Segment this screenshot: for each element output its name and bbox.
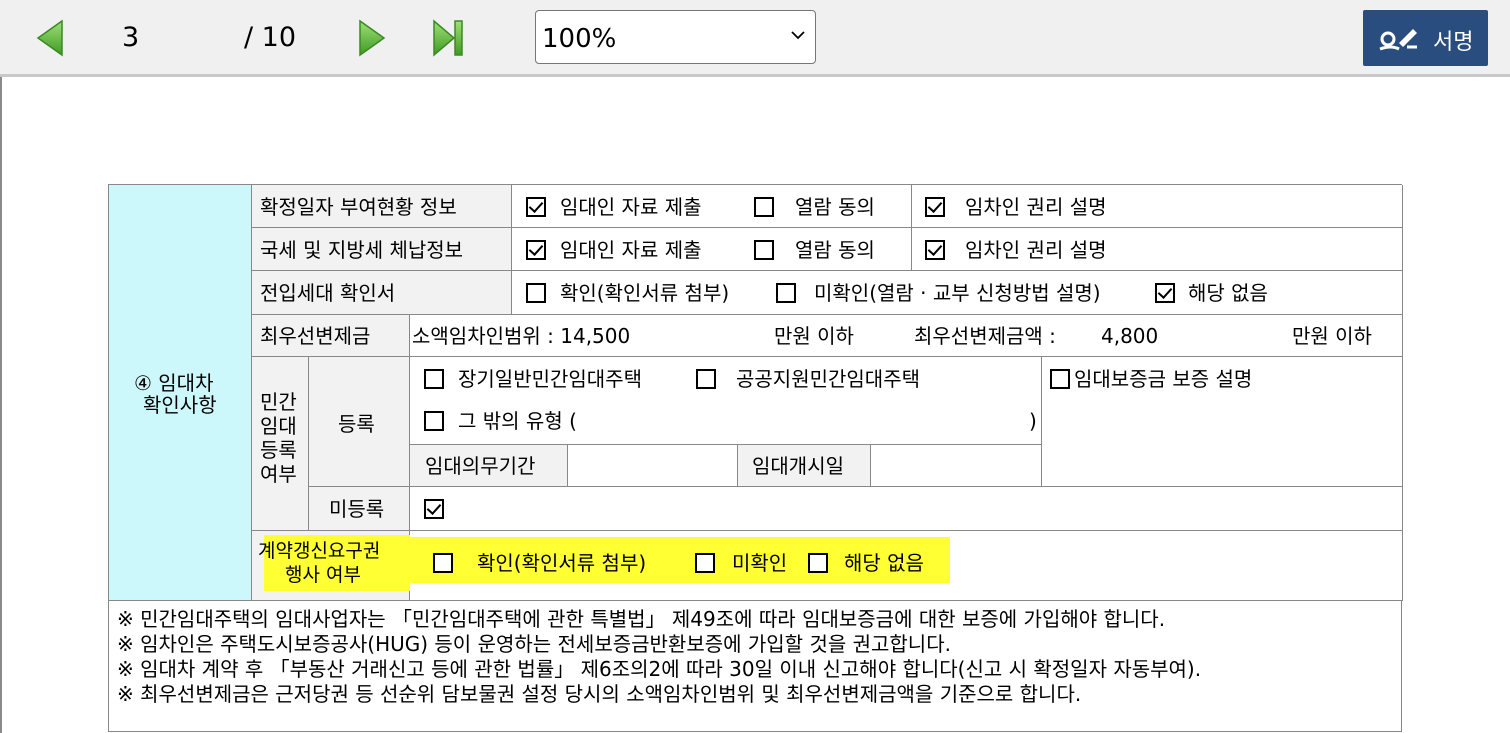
triangle-right-icon — [359, 19, 386, 57]
section-title-line1: ④ 임대차 — [134, 371, 214, 395]
row2-explain-cell: 임차인 권리 설명 — [912, 228, 1403, 271]
other-type-checkbox[interactable] — [424, 411, 444, 431]
start-date-label-cell: 임대개시일 — [738, 445, 871, 487]
priority-amount-label: 최우선변제금액 : — [914, 324, 1056, 348]
unregistered-label-cell: 미등록 — [309, 487, 410, 531]
row4-values-cell: 소액임차인범위 : 14,500 만원 이하 최우선변제금액 : 4,800 만… — [410, 315, 1403, 357]
renewal-unconfirmed-checkbox[interactable] — [695, 553, 715, 573]
row1-view-consent-label: 열람 동의 — [795, 195, 875, 219]
section-label-cell: ④ 임대차 확인사항 — [109, 185, 252, 601]
row1-label: 확정일자 부여현황 정보 — [260, 195, 457, 219]
guarantee-label: 임대보증금 보증 설명 — [1074, 367, 1253, 391]
row2-submit-checkbox[interactable] — [526, 240, 546, 260]
row2-explain-checkbox[interactable] — [925, 240, 945, 260]
priority-amount-unit: 만원 이하 — [1292, 324, 1372, 348]
small-tenant-range: 소액임차인범위 : 14,500 — [412, 324, 631, 348]
row1-explain-label: 임차인 권리 설명 — [965, 195, 1107, 219]
renewal-confirmed-checkbox[interactable] — [433, 553, 453, 573]
row1-options-cell: 임대인 자료 제출 열람 동의 — [512, 185, 912, 228]
row1-explain-checkbox[interactable] — [925, 197, 945, 217]
priority-amount-value: 4,800 — [1101, 324, 1159, 348]
row2-label: 국세 및 지방세 체납정보 — [260, 238, 464, 262]
row3-not-applicable-label: 해당 없음 — [1188, 281, 1268, 305]
note-line: ※ 임차인은 주택도시보증공사(HUG) 등이 운영하는 전세보증금반환보증에 … — [117, 632, 951, 656]
row2-explain-label: 임차인 권리 설명 — [965, 238, 1107, 262]
zoom-value: 100% — [542, 24, 617, 54]
next-page-button[interactable] — [358, 19, 386, 57]
row3-label-cell: 전입세대 확인서 — [252, 271, 512, 315]
lease-confirmation-table: ④ 임대차 확인사항 확정일자 부여현황 정보 임대인 자료 제출 열람 동의 … — [108, 184, 1403, 732]
duty-period-input[interactable] — [568, 445, 738, 487]
row3-unconfirmed-label: 미확인(열람 · 교부 신청방법 설명) — [814, 281, 1101, 305]
row2-view-consent-checkbox[interactable] — [754, 240, 774, 260]
rental-label-line4: 여부 — [260, 462, 297, 486]
public-rental-label: 공공지원민간임대주택 — [736, 367, 920, 391]
rental-label-line2: 임대 — [260, 414, 297, 438]
renewal-unconfirmed-label: 미확인 — [732, 551, 788, 575]
row3-options-cell: 확인(확인서류 첨부) 미확인(열람 · 교부 신청방법 설명) 해당 없음 — [512, 271, 1403, 315]
renewal-label-line1: 계약갱신요구권 — [258, 540, 381, 562]
last-page-button[interactable] — [432, 19, 464, 57]
renewal-not-applicable-checkbox[interactable] — [808, 553, 828, 573]
row3-confirmed-checkbox[interactable] — [526, 283, 546, 303]
other-type-label: 그 밖의 유형 ( — [458, 409, 577, 433]
rental-label-line1: 민간 — [260, 390, 297, 414]
renewal-confirmed-label: 확인(확인서류 첨부) — [477, 551, 647, 575]
row3-label: 전입세대 확인서 — [260, 281, 396, 305]
viewer-toolbar: 3 / 10 100% 서명 — [0, 0, 1510, 77]
unregistered-checkbox[interactable] — [424, 499, 444, 519]
row3-confirmed-label: 확인(확인서류 첨부) — [560, 281, 730, 305]
renewal-options-cell: 확인(확인서류 첨부) 미확인 해당 없음 — [410, 531, 1403, 601]
row1-submit-checkbox[interactable] — [526, 197, 546, 217]
row2-label-cell: 국세 및 지방세 체납정보 — [252, 228, 512, 271]
unregistered-option-cell — [410, 487, 1403, 531]
other-type-close: ) — [1029, 409, 1037, 433]
registered-label-cell: 등록 — [309, 357, 410, 487]
note-line: ※ 최우선변제금은 근저당권 등 선순위 담보물권 설정 당시의 소액임차인범위… — [117, 682, 1082, 706]
registered-types-cell: 장기일반민간임대주택 공공지원민간임대주택 그 밖의 유형 ( ) — [410, 357, 1042, 445]
row4-label: 최우선변제금 — [260, 324, 371, 348]
public-rental-checkbox[interactable] — [696, 369, 716, 389]
sign-button-label: 서명 — [1433, 30, 1474, 55]
sign-button[interactable]: 서명 — [1363, 10, 1488, 66]
notes-block: ※ 민간임대주택의 임대사업자는 「민간임대주택에 관한 특별법」 제49조에 … — [117, 607, 1201, 707]
renewal-label-line2: 행사 여부 — [285, 564, 361, 586]
row1-label-cell: 확정일자 부여현황 정보 — [252, 185, 512, 228]
row2-submit-label: 임대인 자료 제출 — [560, 238, 702, 262]
row3-unconfirmed-checkbox[interactable] — [776, 283, 796, 303]
row1-submit-label: 임대인 자료 제출 — [560, 195, 702, 219]
triangle-left-icon — [36, 19, 63, 57]
rental-label-line3: 등록 — [260, 438, 297, 462]
note-line: ※ 민간임대주택의 임대사업자는 「민간임대주택에 관한 특별법」 제49조에 … — [117, 607, 1166, 631]
rental-registration-label-cell: 민간 임대 등록 여부 — [252, 357, 309, 531]
small-tenant-range-unit: 만원 이하 — [774, 324, 854, 348]
row1-view-consent-checkbox[interactable] — [754, 197, 774, 217]
row1-explain-cell: 임차인 권리 설명 — [912, 185, 1403, 228]
note-line: ※ 임대차 계약 후 「부동산 거래신고 등에 관한 법률」 제6조의2에 따라… — [117, 657, 1202, 681]
unregistered-label: 미등록 — [329, 497, 385, 521]
registered-label: 등록 — [338, 412, 375, 436]
start-date-input[interactable] — [871, 445, 1042, 487]
guarantee-checkbox[interactable] — [1050, 369, 1070, 389]
row2-options-cell: 임대인 자료 제출 열람 동의 — [512, 228, 912, 271]
long-term-rental-checkbox[interactable] — [424, 369, 444, 389]
section-title-line2: 확인사항 — [143, 393, 217, 417]
long-term-rental-label: 장기일반민간임대주택 — [458, 367, 642, 391]
chevron-down-icon — [791, 31, 805, 40]
previous-page-button[interactable] — [36, 19, 64, 57]
total-pages: / 10 — [244, 22, 297, 53]
row2-view-consent-label: 열람 동의 — [795, 238, 875, 262]
current-page-number[interactable]: 3 — [122, 22, 139, 53]
zoom-select[interactable]: 100% — [535, 10, 816, 64]
guarantee-cell: 임대보증금 보증 설명 — [1042, 357, 1403, 487]
signature-pen-icon — [1379, 29, 1417, 51]
duty-period-label-cell: 임대의무기간 — [410, 445, 568, 487]
row4-label-cell: 최우선변제금 — [252, 315, 410, 357]
start-date-label: 임대개시일 — [752, 454, 844, 478]
skip-last-icon — [433, 19, 463, 57]
row3-not-applicable-checkbox[interactable] — [1155, 283, 1175, 303]
renewal-not-applicable-label: 해당 없음 — [844, 551, 924, 575]
duty-period-label: 임대의무기간 — [425, 454, 536, 478]
renewal-label-cell: 계약갱신요구권 행사 여부 — [252, 531, 410, 601]
